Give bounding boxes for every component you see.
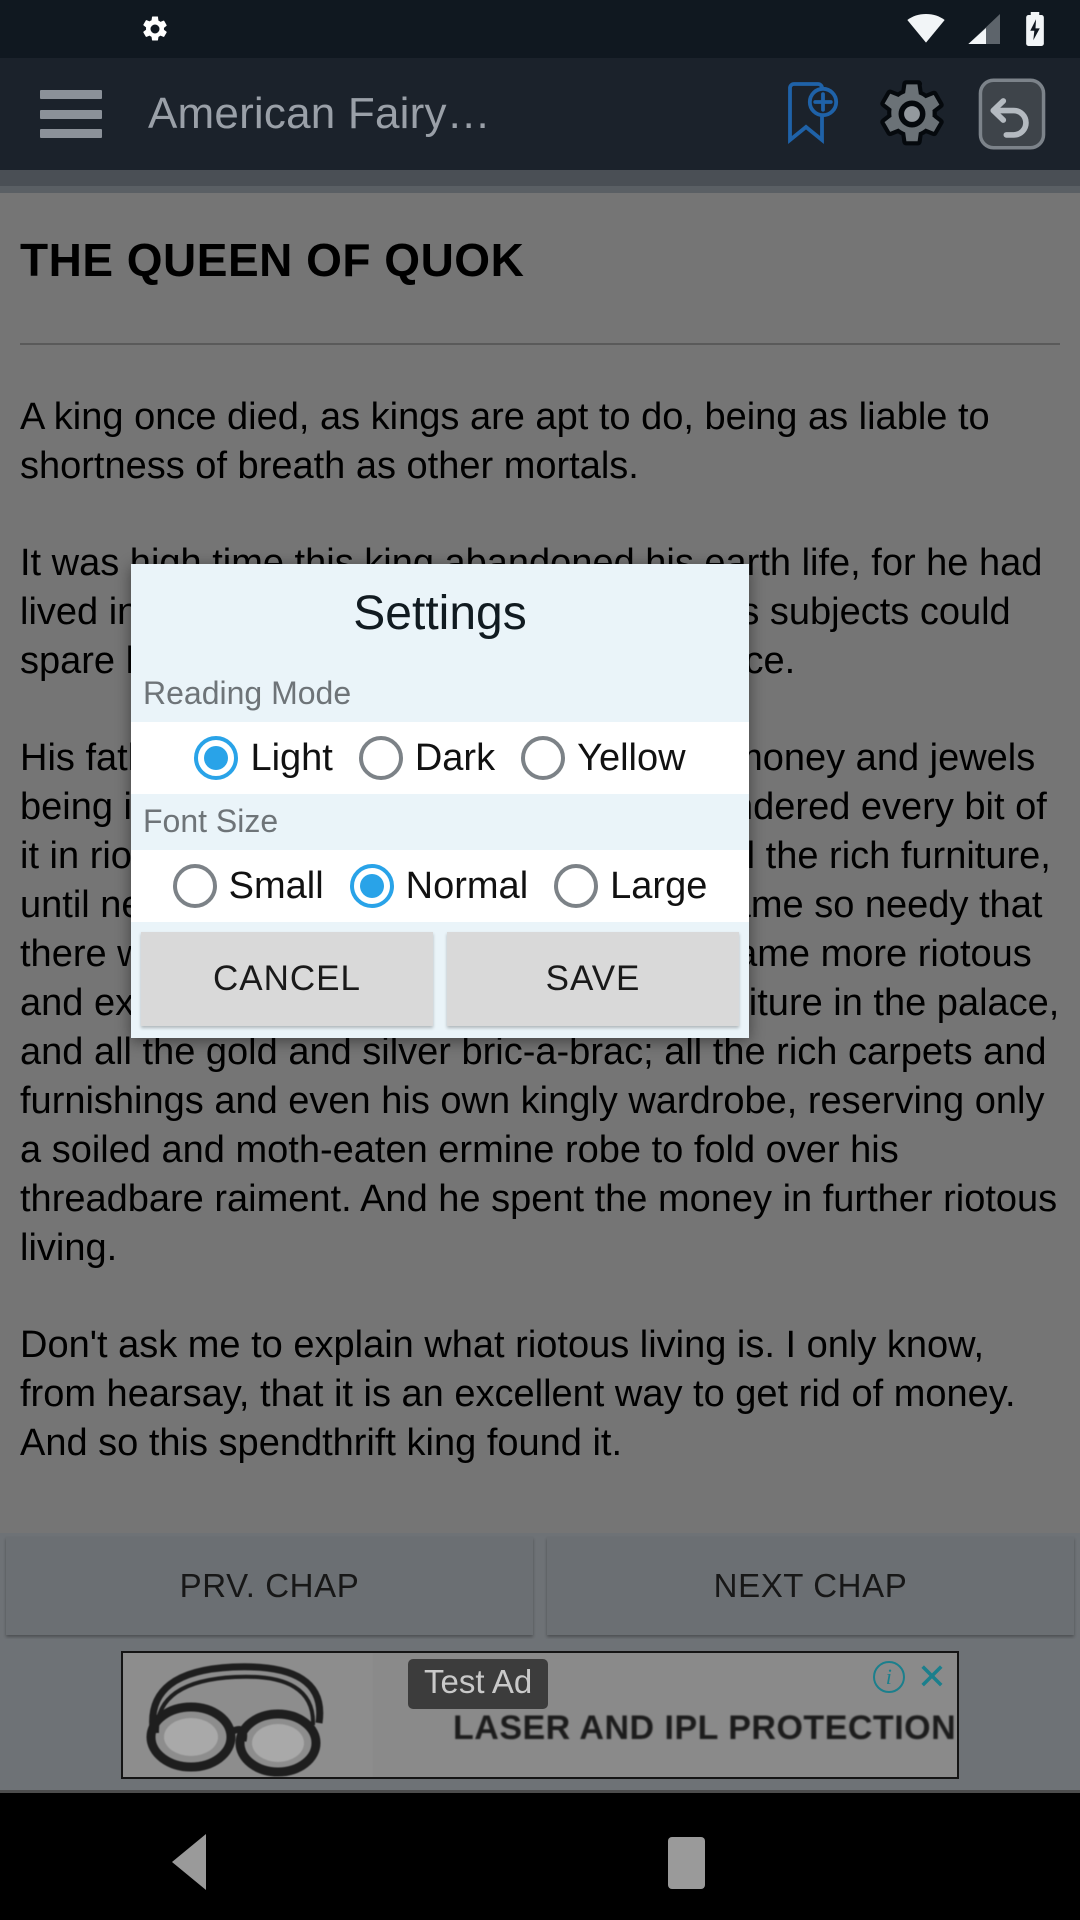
- settings-button[interactable]: [866, 68, 958, 160]
- ad-close-icon[interactable]: ✕: [917, 1658, 947, 1694]
- radio-circle-icon[interactable]: [349, 864, 394, 908]
- add-bookmark-icon: [788, 82, 839, 144]
- radio-label: Normal: [405, 864, 529, 907]
- add-bookmark-button[interactable]: [766, 68, 858, 160]
- ad-controls: i ✕: [872, 1658, 947, 1694]
- dialog-action-buttons: CANCEL SAVE: [131, 922, 749, 1038]
- radio-label: Yellow: [577, 736, 686, 779]
- recents-square-icon[interactable]: [668, 1837, 705, 1889]
- radio-circle-icon[interactable]: [358, 736, 403, 780]
- chapter-title: THE QUEEN OF QUOK: [20, 234, 525, 286]
- title-divider: [20, 343, 1060, 345]
- hamburger-menu-icon[interactable]: [40, 90, 102, 138]
- chapter-navigation: PRV. CHAP NEXT CHAP: [0, 1533, 1080, 1639]
- cancel-button[interactable]: CANCEL: [141, 932, 433, 1026]
- radio-option-light[interactable]: Light: [194, 736, 333, 780]
- radio-circle-icon[interactable]: [172, 864, 217, 908]
- gear-icon: [143, 16, 167, 41]
- font-size-label: Font Size: [131, 803, 749, 850]
- radio-option-large[interactable]: Large: [554, 864, 707, 908]
- radio-label: Large: [610, 864, 708, 907]
- undo-icon: [978, 78, 1046, 150]
- settings-gear-icon: [880, 80, 944, 146]
- toolbar-actions: [766, 68, 1058, 160]
- radio-option-normal[interactable]: Normal: [349, 864, 529, 908]
- paragraph: Don't ask me to explain what riotous liv…: [20, 1324, 1016, 1464]
- radio-circle-icon[interactable]: [521, 736, 566, 780]
- ad-banner[interactable]: LASER AND IPL PROTECTION Test Ad i ✕: [121, 1650, 959, 1779]
- dialog-title: Settings: [353, 587, 527, 640]
- radio-circle-icon[interactable]: [194, 736, 239, 780]
- wifi-icon: [907, 14, 945, 43]
- radio-option-dark[interactable]: Dark: [358, 736, 496, 780]
- back-triangle-icon[interactable]: [172, 1834, 206, 1890]
- settings-dialog: Settings Reading Mode Light Dark Yellow …: [131, 564, 749, 1038]
- next-chapter-button[interactable]: NEXT CHAP: [547, 1537, 1074, 1635]
- swimming-goggles-image: [123, 1652, 373, 1777]
- ad-badge: Test Ad: [408, 1658, 549, 1709]
- save-button[interactable]: SAVE: [447, 932, 739, 1026]
- radio-option-yellow[interactable]: Yellow: [521, 736, 686, 780]
- radio-label: Dark: [414, 736, 496, 779]
- app-toolbar: American Fairy…: [0, 58, 1080, 170]
- reading-mode-radio-group: Light Dark Yellow: [131, 722, 749, 794]
- page-title: American Fairy…: [148, 89, 491, 138]
- ad-headline: LASER AND IPL PROTECTION: [453, 1708, 957, 1747]
- status-bar: [0, 0, 1080, 58]
- nav-bar-divider: [0, 1790, 1080, 1793]
- status-bar-system-icons: [906, 12, 1046, 46]
- ad-container: LASER AND IPL PROTECTION Test Ad i ✕: [0, 1639, 1080, 1790]
- radio-label: Small: [228, 864, 324, 907]
- toolbar-divider: [0, 170, 1080, 186]
- radio-option-small[interactable]: Small: [172, 864, 324, 908]
- status-bar-notifications: [140, 14, 170, 44]
- font-size-radio-group: Small Normal Large: [131, 850, 749, 922]
- toolbar-divider-2: [0, 186, 1080, 193]
- paragraph: A king once died, as kings are apt to do…: [20, 396, 990, 487]
- reading-mode-label: Reading Mode: [131, 675, 749, 722]
- ad-info-icon[interactable]: i: [872, 1660, 905, 1693]
- radio-circle-icon[interactable]: [554, 864, 599, 908]
- prev-chapter-button[interactable]: PRV. CHAP: [6, 1537, 533, 1635]
- undo-button[interactable]: [966, 68, 1058, 160]
- battery-charging-icon: [1026, 12, 1044, 46]
- cellular-signal-icon: [968, 14, 1000, 44]
- system-navigation-bar: [0, 1790, 1080, 1920]
- radio-label: Light: [250, 736, 333, 779]
